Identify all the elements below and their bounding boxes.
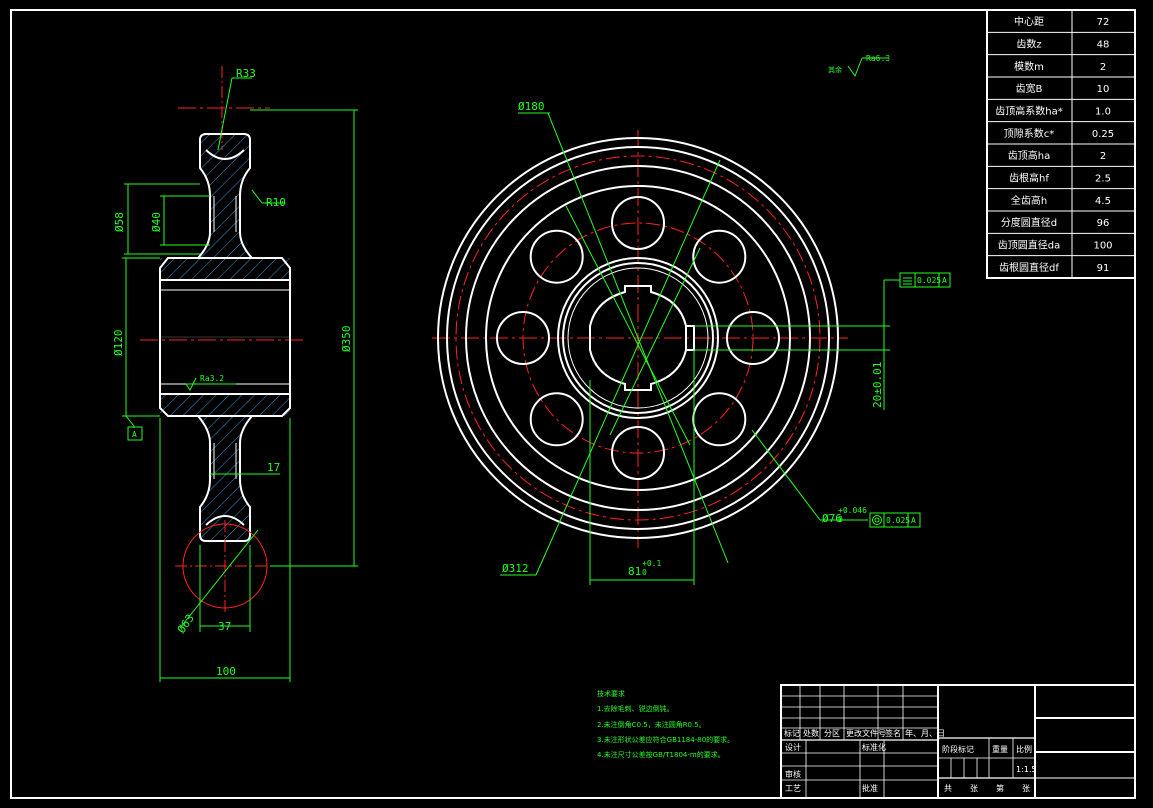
param-label: 模数m <box>1014 60 1044 73</box>
dim-d76-lower-tol: 0 <box>838 515 843 524</box>
param-value: 1.0 <box>1095 107 1111 118</box>
param-label: 顶隙系数c* <box>1004 127 1055 140</box>
param-value: 72 <box>1097 17 1110 28</box>
param-value: 10 <box>1097 84 1110 95</box>
dim-r10: R10 <box>266 196 286 209</box>
dim-81: 81 <box>628 565 641 578</box>
lightening-hole <box>692 392 747 447</box>
param-label: 齿根高hf <box>1009 172 1049 185</box>
dim-37: 37 <box>218 620 231 633</box>
note-line-3: 3.未注形状公差应符合GB1184-80的要求。 <box>597 735 734 744</box>
gear-parameter-table: 中心距 72 齿数z 48 模数m 2 齿宽B 10 齿顶高系数ha* 1.0 顶隙系数c* 0.25… <box>986 9 1136 279</box>
flatness-value: 0.025 <box>917 276 941 285</box>
tb-scale: 1:1.5 <box>1016 765 1037 774</box>
dim-d58: Ø58 <box>113 212 126 232</box>
param-label: 齿宽B <box>1016 82 1043 95</box>
roughness-rest-label: 其余 <box>828 65 842 74</box>
tb-sheet-total: 共 <box>944 784 952 793</box>
tb-mark: 标记 <box>784 728 800 738</box>
tb-sheet-no: 第 <box>996 783 1004 793</box>
tb-review: 审核 <box>785 769 801 779</box>
param-value: 4.5 <box>1095 196 1111 207</box>
cad-drawing: 中心距 72 齿数z 48 模数m 2 齿宽B 10 齿顶高系数ha* 1.0 顶隙系数c* 0.25… <box>10 9 1136 799</box>
param-label: 分度圆直径d <box>1001 216 1057 229</box>
param-label: 齿顶高ha <box>1008 149 1050 162</box>
param-label: 齿数z <box>1016 38 1041 51</box>
param-value: 2.5 <box>1095 174 1111 185</box>
note-line-2: 2.未注倒角C0.5，未注圆角R0.5。 <box>597 720 706 729</box>
dim-d40: Ø40 <box>150 212 163 232</box>
tb-change-doc: 更改文件号 <box>846 728 886 738</box>
datum-label-a: A <box>132 430 137 439</box>
tb-process: 工艺 <box>785 784 801 793</box>
tb-sign: 签名 <box>885 728 901 738</box>
tb-weight: 重量 <box>992 744 1008 754</box>
param-label: 齿根圆直径df <box>999 261 1059 274</box>
tb-design: 设计 <box>785 742 801 752</box>
concentricity-datum: A <box>911 516 916 525</box>
tb-ratio: 比例 <box>1016 744 1032 754</box>
flatness-datum: A <box>942 276 947 285</box>
param-value: 91 <box>1097 263 1110 274</box>
param-value: 2 <box>1100 151 1106 162</box>
tb-count: 处数 <box>803 728 819 738</box>
notes-title: 技术要求 <box>597 689 625 698</box>
param-value: 48 <box>1097 40 1110 51</box>
dim-d120: Ø120 <box>112 330 125 357</box>
dim-d180: Ø180 <box>518 100 545 113</box>
param-label: 中心距 <box>1014 15 1044 28</box>
dim-20-tol: 20±0.01 <box>871 362 884 408</box>
tb-standard: 标准化 <box>862 742 886 752</box>
roughness-ra32: Ra3.2 <box>200 374 224 383</box>
dim-d76-upper-tol: +0.046 <box>838 506 867 515</box>
tb-sheet-unit-2: 张 <box>1022 784 1030 793</box>
tb-stage: 阶段标记 <box>942 744 974 754</box>
dim-d350: Ø350 <box>340 326 353 353</box>
technical-notes: 技术要求 1.去除毛刺、锐边倒钝。 2.未注倒角C0.5，未注圆角R0.5。 3… <box>597 689 734 759</box>
dim-81-upper-tol: +0.1 <box>642 559 661 568</box>
tb-date: 年、月、日 <box>905 728 945 738</box>
dim-17: 17 <box>267 461 280 474</box>
dim-81-lower-tol: 0 <box>642 568 647 577</box>
note-line-4: 4.未注尺寸公差按GB/T1804-m的要求。 <box>597 750 725 759</box>
dim-d63: Ø63 <box>175 612 197 636</box>
param-label: 全齿高h <box>1011 194 1047 207</box>
param-label: 齿顶圆直径da <box>998 239 1060 252</box>
param-value: 96 <box>1097 218 1110 229</box>
note-line-1: 1.去除毛刺、锐边倒钝。 <box>597 704 674 713</box>
dim-r33: R33 <box>236 67 256 80</box>
param-value: 100 <box>1093 241 1112 252</box>
gear-section-view <box>140 66 305 612</box>
title-block <box>780 684 1136 799</box>
param-label: 齿顶高系数ha* <box>995 105 1062 118</box>
tb-approve: 批准 <box>862 783 878 793</box>
tb-zone: 分区 <box>824 729 840 738</box>
roughness-ra63: Ra6.3 <box>866 54 890 63</box>
tb-sheet-unit-1: 张 <box>970 784 978 793</box>
dim-100: 100 <box>216 665 236 678</box>
param-value: 2 <box>1100 62 1106 73</box>
dim-d312: Ø312 <box>502 562 529 575</box>
gear-front-view <box>432 130 848 548</box>
concentricity-value: 0.025 <box>886 516 910 525</box>
param-value: 0.25 <box>1092 129 1114 140</box>
